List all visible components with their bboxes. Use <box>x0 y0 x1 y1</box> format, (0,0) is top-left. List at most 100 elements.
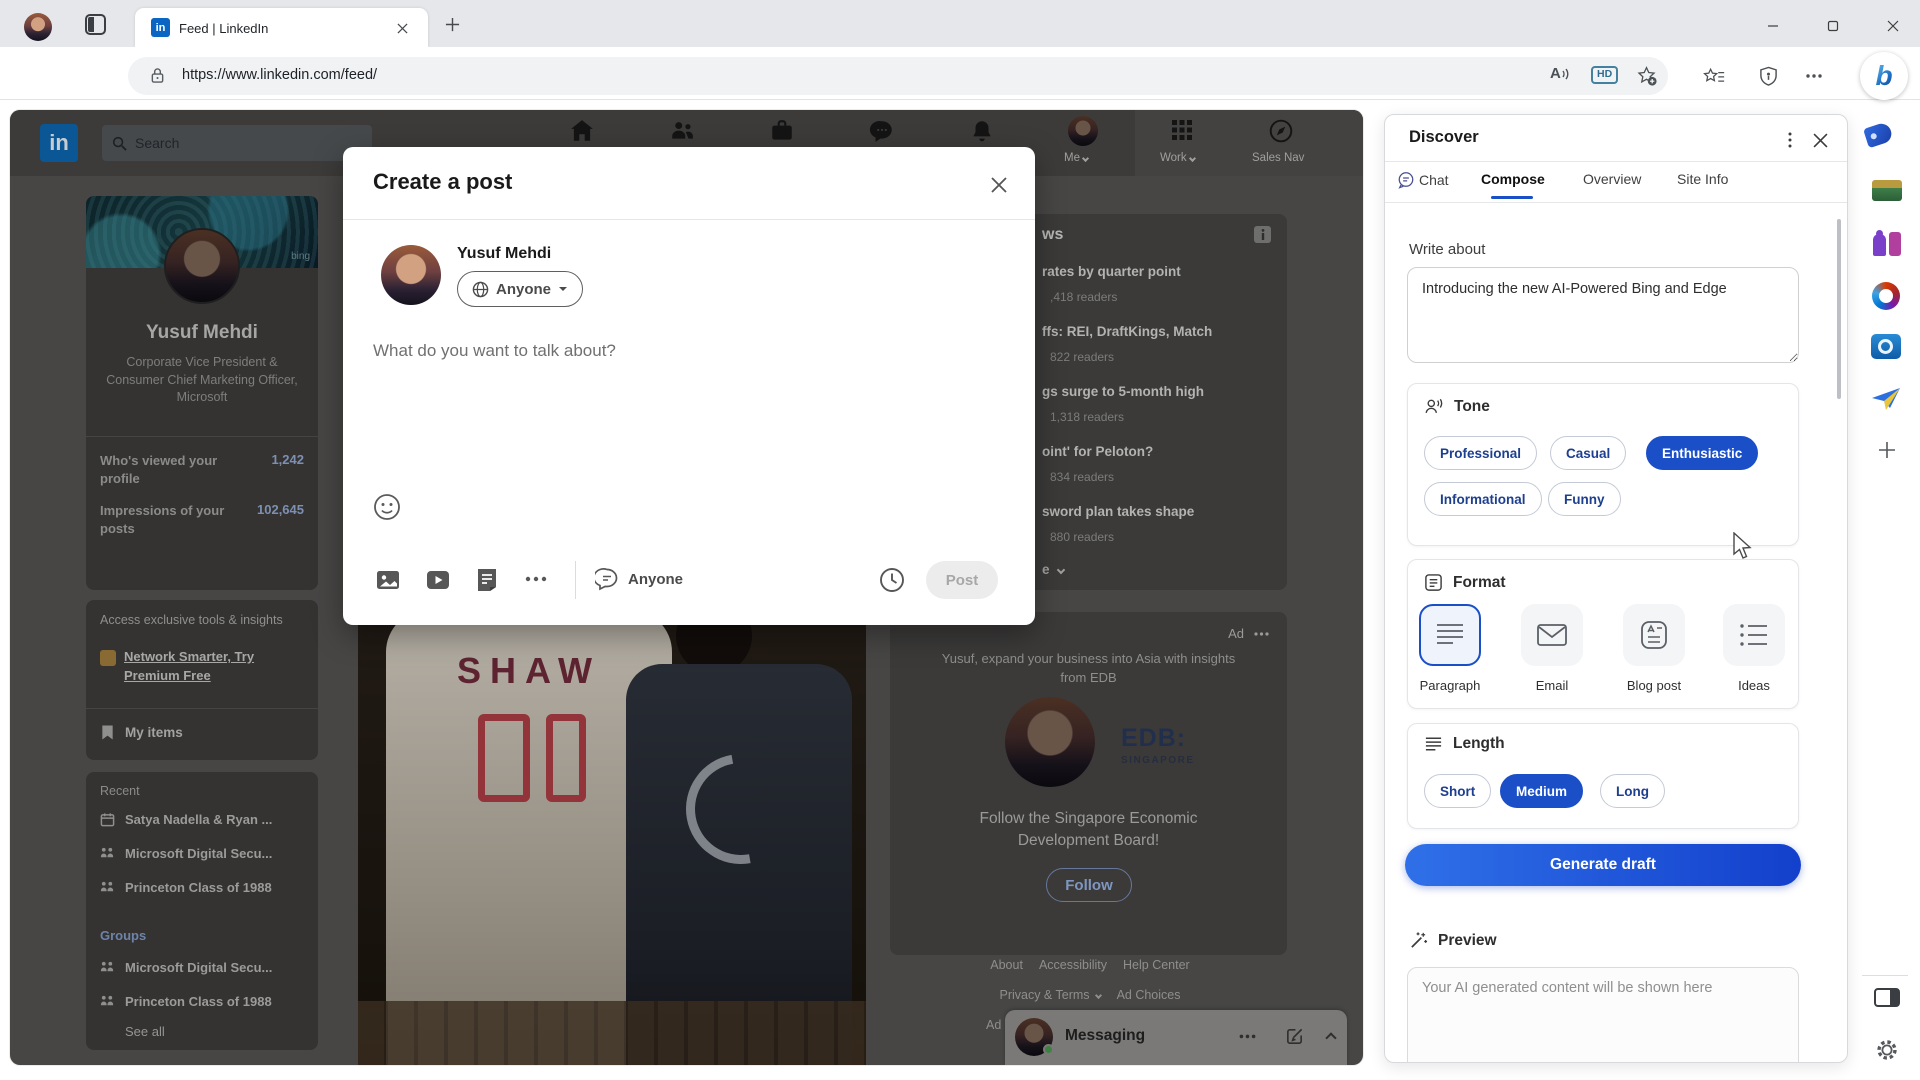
messaging-options-icon[interactable] <box>1239 1034 1256 1039</box>
nav-notifications-icon[interactable] <box>969 118 995 144</box>
microsoft-365-icon[interactable] <box>1872 282 1900 310</box>
stat1-value[interactable]: 1,242 <box>271 452 304 467</box>
toolbox-icon[interactable] <box>1872 180 1902 202</box>
read-aloud-icon[interactable]: A <box>1550 65 1571 82</box>
nav-work-icon[interactable] <box>1170 118 1194 142</box>
my-items-link[interactable]: My items <box>100 724 183 741</box>
messaging-bar[interactable]: Messaging <box>1005 1010 1347 1065</box>
tab-actions-icon[interactable] <box>85 14 106 35</box>
length-option-medium[interactable]: Medium <box>1500 774 1584 808</box>
favorites-icon[interactable] <box>1700 62 1728 90</box>
tone-option-casual[interactable]: Casual <box>1550 436 1627 470</box>
news-headline[interactable]: oint' for Peloton? <box>1042 444 1153 459</box>
nav-salesnav-icon[interactable] <box>1268 118 1294 144</box>
footer-link[interactable]: Help Center <box>1123 958 1190 972</box>
ad-company-logo[interactable]: EDB: SINGAPORE <box>1121 724 1195 766</box>
recent-item[interactable]: Princeton Class of 1988 <box>100 880 272 895</box>
emoji-icon[interactable] <box>373 493 401 521</box>
format-option-paragraph[interactable] <box>1419 604 1481 666</box>
profile-name[interactable]: Yusuf Mehdi <box>86 322 318 344</box>
news-headline[interactable]: ffs: REI, DraftKings, Match <box>1042 324 1212 339</box>
settings-more-icon[interactable] <box>1800 62 1828 90</box>
tab-close-icon[interactable] <box>393 19 411 37</box>
tab-chat[interactable]: Chat <box>1397 171 1449 189</box>
stat2-value[interactable]: 102,645 <box>257 502 304 517</box>
lock-icon[interactable] <box>150 67 165 84</box>
footer-link[interactable]: Accessibility <box>1039 958 1107 972</box>
nav-network-icon[interactable] <box>669 118 695 144</box>
follow-button[interactable]: Follow <box>1046 868 1132 902</box>
recent-item[interactable]: Satya Nadella & Ryan ... <box>100 812 272 827</box>
compose-message-icon[interactable] <box>1285 1027 1304 1046</box>
news-headline[interactable]: sword plan takes shape <box>1042 504 1194 519</box>
premium-link[interactable]: Network Smarter, Try Premium Free <box>124 648 294 686</box>
tone-option-enthusiastic[interactable]: Enthusiastic <box>1646 436 1759 470</box>
post-button[interactable]: Post <box>926 561 998 599</box>
panel-scrollbar[interactable] <box>1837 219 1841 399</box>
panel-menu-icon[interactable] <box>1779 129 1801 151</box>
news-headline[interactable]: rates by quarter point <box>1042 264 1181 279</box>
more-options-icon[interactable] <box>525 576 547 582</box>
nav-jobs-icon[interactable] <box>769 118 795 144</box>
bing-chat-icon[interactable]: b <box>1860 52 1908 100</box>
panel-close-icon[interactable] <box>1809 129 1831 151</box>
group-item[interactable]: Princeton Class of 1988 <box>100 994 272 1009</box>
generate-draft-button[interactable]: Generate draft <box>1405 844 1801 886</box>
nav-me-label[interactable]: Me <box>1064 152 1090 164</box>
address-bar[interactable]: https://www.linkedin.com/feed/ A HD <box>128 57 1668 95</box>
nav-work-label[interactable]: Work <box>1160 152 1196 164</box>
news-show-more[interactable]: e <box>1042 562 1065 577</box>
ad-options-icon[interactable] <box>1254 631 1269 636</box>
designer-icon[interactable] <box>1870 386 1902 412</box>
format-option-ideas[interactable] <box>1723 604 1785 666</box>
group-item[interactable]: Microsoft Digital Secu... <box>100 960 272 975</box>
window-minimize-button[interactable] <box>1758 19 1788 33</box>
browser-essentials-icon[interactable] <box>1754 62 1782 90</box>
shopping-icon[interactable] <box>1863 120 1899 152</box>
profile-avatar[interactable] <box>164 228 240 304</box>
window-maximize-button[interactable] <box>1818 19 1848 33</box>
games-icon[interactable] <box>1872 230 1902 258</box>
nav-home-icon[interactable] <box>569 118 595 144</box>
write-about-input[interactable]: Introducing the new AI-Powered Bing and … <box>1407 267 1799 363</box>
see-all-link[interactable]: See all <box>125 1024 165 1039</box>
window-close-button[interactable] <box>1878 19 1908 33</box>
nav-messaging-icon[interactable] <box>869 118 895 144</box>
tone-option-funny[interactable]: Funny <box>1548 482 1621 516</box>
format-option-email[interactable] <box>1521 604 1583 666</box>
stat1-label[interactable]: Who's viewed your profile <box>100 452 230 487</box>
recent-item[interactable]: Microsoft Digital Secu... <box>100 846 272 861</box>
groups-label[interactable]: Groups <box>100 928 146 943</box>
news-headline[interactable]: gs surge to 5-month high <box>1042 384 1204 399</box>
footer-link[interactable]: Privacy & Terms <box>999 988 1102 1002</box>
browser-profile-avatar[interactable] <box>24 13 52 41</box>
messaging-expand-icon[interactable] <box>1325 1032 1337 1044</box>
linkedin-logo[interactable]: in <box>40 124 78 162</box>
tone-option-professional[interactable]: Professional <box>1424 436 1538 470</box>
nav-me-avatar[interactable] <box>1068 116 1098 146</box>
url-text[interactable]: https://www.linkedin.com/feed/ <box>182 67 377 83</box>
info-icon[interactable] <box>1254 226 1271 243</box>
nav-salesnav-label[interactable]: Sales Nav <box>1252 152 1304 164</box>
search-input[interactable]: Search <box>102 125 372 161</box>
hd-icon[interactable]: HD <box>1591 66 1619 84</box>
length-option-long[interactable]: Long <box>1600 774 1665 808</box>
schedule-post-icon[interactable] <box>879 567 905 593</box>
format-option-blog-post[interactable] <box>1623 604 1685 666</box>
modal-close-icon[interactable] <box>983 169 1015 201</box>
tab-site-info[interactable]: Site Info <box>1677 171 1728 187</box>
add-favorite-icon[interactable] <box>1636 65 1657 86</box>
add-media-icon[interactable] <box>375 567 401 593</box>
outlook-icon[interactable] <box>1871 334 1901 359</box>
comment-control[interactable]: Anyone <box>595 567 683 591</box>
tone-option-informational[interactable]: Informational <box>1424 482 1542 516</box>
new-tab-icon[interactable] <box>443 15 461 33</box>
length-option-short[interactable]: Short <box>1424 774 1492 808</box>
footer-link[interactable]: Ad Choices <box>1117 988 1181 1002</box>
footer-link[interactable]: About <box>990 958 1023 972</box>
add-video-icon[interactable] <box>425 567 451 593</box>
stat2-label[interactable]: Impressions of your posts <box>100 502 230 537</box>
tab-overview[interactable]: Overview <box>1583 171 1641 187</box>
add-to-sidebar-icon[interactable] <box>1877 440 1897 460</box>
visibility-selector[interactable]: Anyone <box>457 271 584 307</box>
